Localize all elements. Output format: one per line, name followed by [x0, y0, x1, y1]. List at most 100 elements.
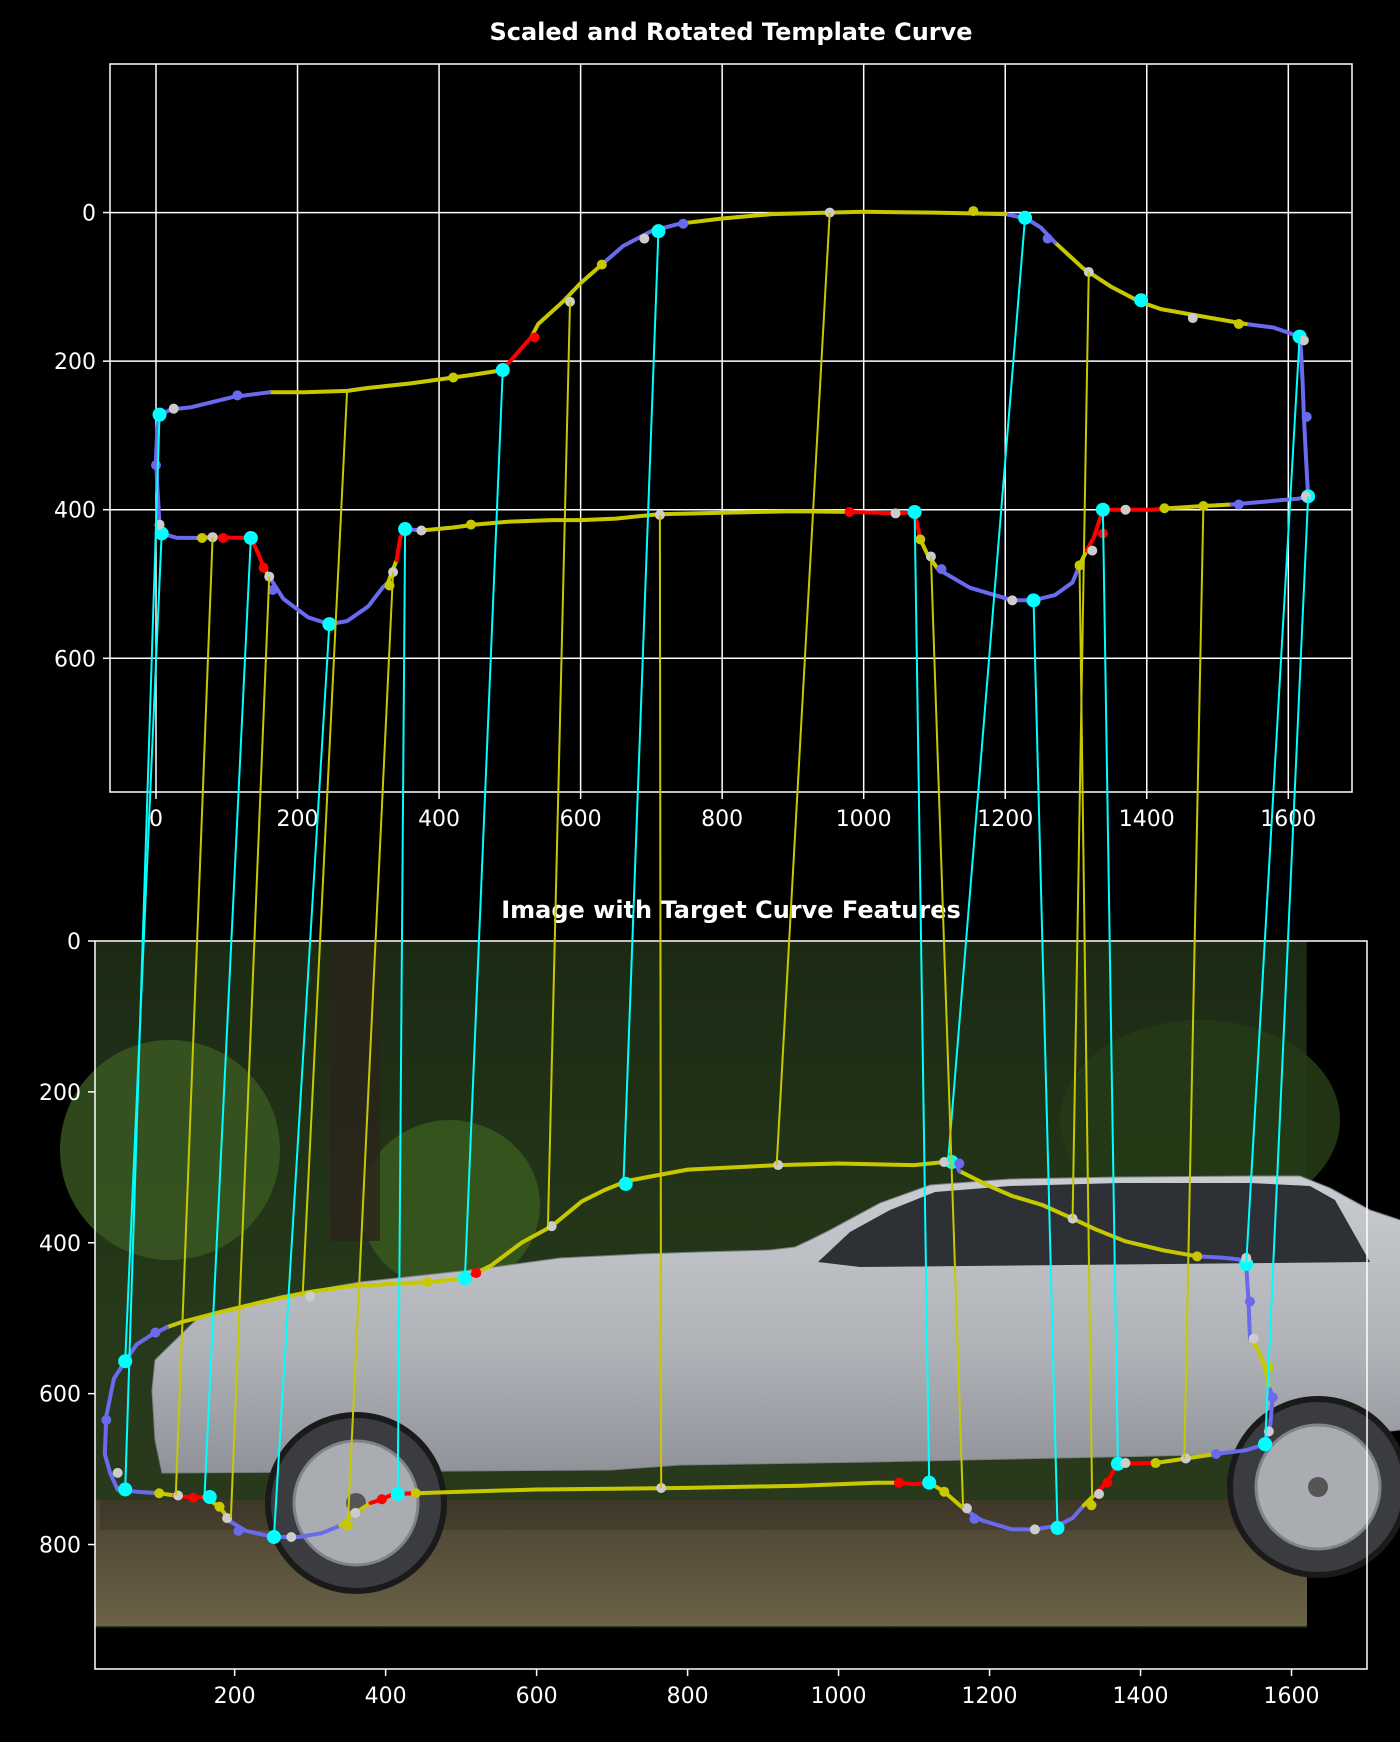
axes-frame	[109, 63, 1353, 793]
feature-point	[1233, 499, 1244, 510]
feature-point	[168, 403, 179, 414]
feature-point	[151, 460, 161, 471]
feature-point	[936, 564, 947, 575]
x-tick-label: 600	[560, 807, 602, 832]
feature-point	[1180, 1453, 1191, 1464]
feature-point	[1233, 319, 1244, 329]
feature-point	[890, 508, 901, 519]
curve-segment	[936, 563, 1082, 603]
feature-point	[232, 390, 243, 401]
feature-point	[596, 259, 607, 270]
curve-segment	[267, 574, 391, 627]
feature-point	[639, 233, 650, 244]
feature-point	[154, 1488, 165, 1499]
feature-point	[1248, 1333, 1259, 1344]
feature-point	[844, 506, 855, 517]
curve-segment	[1243, 322, 1302, 339]
feature-point	[342, 1520, 353, 1531]
feature-point	[305, 1291, 316, 1302]
template-x-axis: 0 200 400 600 800 1000 1200 1400 1600	[149, 792, 1316, 832]
x-tick-label: 800	[701, 807, 743, 832]
x-tick-label: 400	[365, 1684, 407, 1709]
foliage-left	[60, 1040, 280, 1260]
feature-point	[1094, 1488, 1105, 1499]
x-tick-label: 200	[214, 1684, 256, 1709]
feature-point	[286, 1531, 297, 1542]
feature-point	[1087, 545, 1098, 556]
feature-point	[954, 1158, 965, 1169]
curve-segment	[847, 509, 917, 516]
curve-segment	[599, 221, 682, 267]
y-tick-label: 400	[39, 1232, 81, 1257]
template-chart-title: Scaled and Rotated Template Curve	[489, 18, 972, 46]
feature-point	[1159, 503, 1170, 514]
y-tick-label: 400	[54, 499, 96, 524]
feature-point	[188, 1492, 199, 1503]
x-tick-label: 1400	[1119, 807, 1175, 832]
feature-point	[1102, 1477, 1113, 1488]
feature-point	[465, 519, 476, 530]
x-tick-label: 1200	[977, 807, 1033, 832]
correspondence-line	[658, 514, 663, 1488]
y-tick-label: 800	[39, 1534, 81, 1559]
image-chart-title: Image with Target Curve Features	[501, 896, 961, 924]
target-image-panel: Image with Target Curve Features 200 400 6…	[39, 896, 1400, 1709]
x-tick-label: 1600	[1260, 807, 1316, 832]
feature-point	[101, 1415, 112, 1426]
feature-point	[1042, 233, 1053, 244]
y-tick-label: 200	[54, 350, 96, 375]
x-tick-label: 1000	[836, 807, 892, 832]
template-y-axis: 0 200 400 600	[54, 202, 110, 672]
feature-point	[258, 562, 269, 573]
feature-point	[1120, 1458, 1131, 1469]
feature-point	[1192, 1251, 1203, 1262]
feature-point	[1301, 491, 1311, 502]
feature-point	[197, 532, 207, 543]
x-tick-label: 0	[149, 807, 163, 832]
curve-segment	[419, 509, 852, 533]
feature-point	[1211, 1448, 1222, 1459]
feature-point	[968, 206, 979, 217]
feature-point	[939, 1486, 950, 1497]
y-tick-label: 600	[54, 647, 96, 672]
rear-hub	[1308, 1477, 1328, 1497]
feature-point	[422, 1276, 433, 1287]
feature-point	[376, 1494, 387, 1505]
curve-segment	[1052, 240, 1248, 326]
image-x-axis: 200 400 600 800 1000 1200 1400 1600	[214, 1669, 1320, 1709]
feature-point	[173, 1490, 184, 1501]
feature-point	[618, 1176, 633, 1191]
feature-point	[218, 532, 229, 543]
y-tick-label: 0	[67, 930, 81, 955]
template-grid	[110, 64, 1352, 792]
feature-point	[893, 1477, 904, 1488]
x-tick-label: 400	[418, 807, 460, 832]
feature-point	[150, 1327, 161, 1338]
x-tick-label: 1400	[1113, 1684, 1169, 1709]
x-tick-label: 200	[277, 807, 319, 832]
feature-point	[416, 525, 427, 536]
feature-point	[448, 372, 459, 383]
y-tick-label: 200	[39, 1081, 81, 1106]
feature-point	[410, 1488, 421, 1499]
car-photo	[60, 941, 1400, 1628]
template-curve-panel: Scaled and Rotated Template Curve 0 200 40…	[54, 18, 1353, 832]
feature-point	[1120, 504, 1131, 515]
feature-point	[214, 1501, 225, 1512]
feature-point	[529, 332, 540, 343]
feature-point	[1187, 313, 1198, 324]
x-tick-label: 1200	[962, 1684, 1018, 1709]
feature-point	[1007, 595, 1018, 606]
feature-point	[1267, 1392, 1278, 1403]
template-curve	[154, 209, 1311, 627]
feature-point	[1244, 1296, 1255, 1307]
feature-point	[112, 1467, 123, 1478]
template-feature-points	[151, 206, 1316, 632]
feature-point	[350, 1507, 361, 1518]
feature-point	[1150, 1458, 1161, 1469]
feature-point	[1301, 411, 1312, 422]
x-tick-label: 800	[667, 1684, 709, 1709]
feature-point	[773, 1160, 784, 1171]
x-tick-label: 1000	[811, 1684, 867, 1709]
figure: Scaled and Rotated Template Curve 0 200 40…	[39, 18, 1400, 1709]
